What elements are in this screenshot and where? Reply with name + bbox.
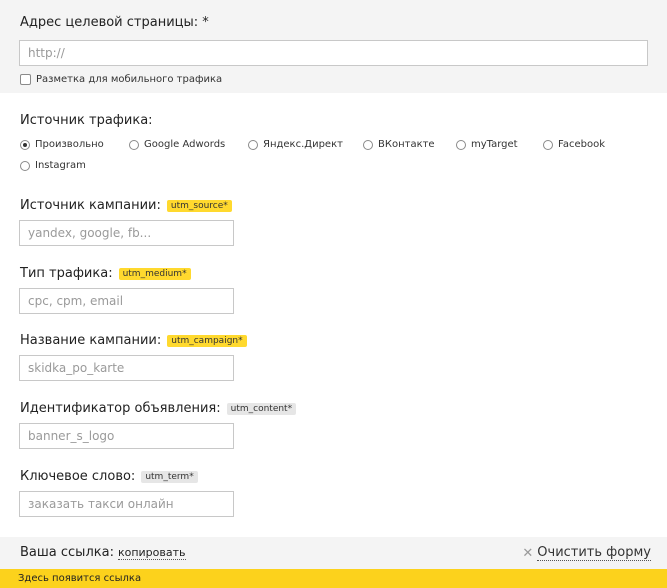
mobile-traffic-checkbox-row[interactable]: Разметка для мобильного трафика (20, 74, 222, 85)
radio-button[interactable] (20, 160, 30, 171)
radio-label: ВКонтакте (378, 139, 435, 150)
radio-label: Facebook (558, 139, 605, 150)
utm-content-tag: utm_content* (226, 402, 297, 415)
radio-button[interactable] (456, 139, 466, 150)
radio-label: Google Adwords (144, 139, 226, 150)
utm-campaign-tag: utm_campaign* (167, 334, 247, 347)
radio-option-arbitrary[interactable]: Произвольно (20, 139, 104, 150)
keyword-label: Ключевое слово: utm_term* (20, 469, 198, 484)
mobile-traffic-checkbox[interactable] (20, 74, 31, 85)
campaign-source-input[interactable]: yandex, google, fb... (19, 220, 234, 246)
radio-option-google-adwords[interactable]: Google Adwords (129, 139, 225, 150)
field-label-text: Источник кампании: (20, 198, 161, 213)
radio-option-vkontakte[interactable]: ВКонтакте (363, 139, 435, 150)
field-label-text: Ключевое слово: (20, 469, 136, 484)
radio-button[interactable] (363, 139, 373, 150)
radio-option-instagram[interactable]: Instagram (20, 160, 86, 171)
utm-source-tag: utm_source* (166, 199, 232, 212)
utm-term-tag: utm_term* (141, 470, 198, 483)
campaign-name-label: Название кампании: utm_campaign* (20, 333, 247, 348)
field-label-text: Тип трафика: (20, 266, 113, 281)
field-label-text: Идентификатор объявления: (20, 401, 221, 416)
your-link-label: Ваша ссылка: (20, 545, 114, 560)
clear-form-label: Очистить форму (537, 545, 651, 561)
radio-button[interactable] (248, 139, 258, 150)
close-icon: ✕ (522, 545, 534, 561)
target-url-label: Адрес целевой страницы: * (20, 15, 209, 30)
radio-label: myTarget (471, 139, 518, 150)
target-url-input[interactable]: http:// (19, 40, 648, 66)
radio-label: Произвольно (35, 139, 104, 150)
utm-medium-tag: utm_medium* (118, 267, 191, 280)
mobile-traffic-label: Разметка для мобильного трафика (36, 74, 223, 85)
keyword-input[interactable]: заказать такси онлайн (19, 491, 234, 517)
clear-form-button[interactable]: ✕ Очистить форму (522, 545, 651, 561)
copy-link[interactable]: копировать (117, 546, 186, 560)
generated-link-output[interactable]: Здесь появится ссылка (0, 569, 667, 588)
campaign-source-label: Источник кампании: utm_source* (20, 198, 232, 213)
radio-button[interactable] (129, 139, 139, 150)
campaign-name-input[interactable]: skidka_po_karte (19, 355, 234, 381)
radio-label: Instagram (35, 160, 86, 171)
traffic-type-label: Тип трафика: utm_medium* (20, 266, 191, 281)
traffic-source-label: Источник трафика: (20, 113, 153, 128)
field-label-text: Название кампании: (20, 333, 162, 348)
radio-option-yandex-direct[interactable]: Яндекс.Директ (248, 139, 343, 150)
radio-label: Яндекс.Директ (263, 139, 343, 150)
traffic-type-input[interactable]: cpc, cpm, email (19, 288, 234, 314)
ad-identifier-input[interactable]: banner_s_logo (19, 423, 234, 449)
ad-identifier-label: Идентификатор объявления: utm_content* (20, 401, 297, 416)
radio-option-facebook[interactable]: Facebook (543, 139, 605, 150)
your-link-row: Ваша ссылка: копировать (20, 545, 186, 560)
radio-button[interactable] (543, 139, 553, 150)
radio-option-mytarget[interactable]: myTarget (456, 139, 518, 150)
radio-button[interactable] (20, 139, 30, 150)
